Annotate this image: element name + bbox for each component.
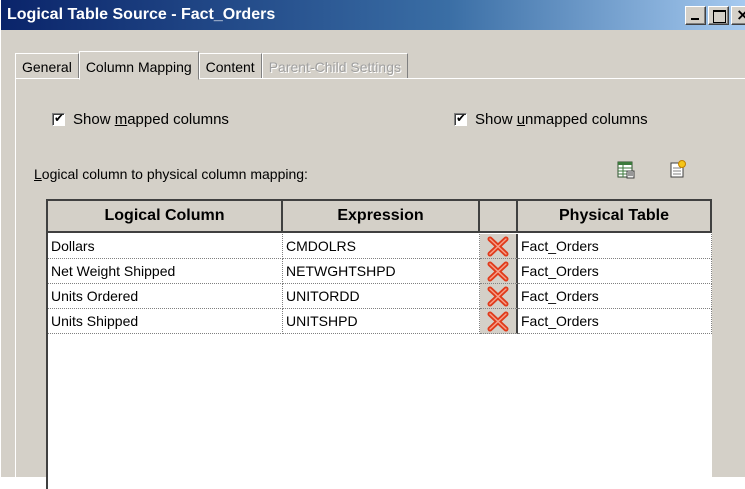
physical-table-cell[interactable]: Fact_Orders (518, 259, 712, 284)
show-unmapped-checkbox[interactable]: ✔ (454, 111, 467, 126)
tab-strip: General Column Mapping Content Parent-Ch… (15, 51, 408, 80)
title-bar[interactable]: Logical Table Source - Fact_Orders × (1, 0, 745, 30)
show-mapped-label: Show mapped columns (73, 111, 229, 128)
delete-mapping-button[interactable] (480, 259, 518, 284)
red-x-icon (487, 311, 509, 332)
maximize-button[interactable] (708, 6, 729, 25)
check-icon: ✔ (54, 111, 65, 125)
delete-mapping-button[interactable] (480, 309, 518, 334)
physical-table-cell[interactable]: Fact_Orders (518, 234, 712, 259)
table-row[interactable]: Dollars CMDOLRS Fact_Orders (48, 234, 712, 259)
red-x-icon (487, 286, 509, 307)
header-delete[interactable] (480, 201, 518, 233)
show-unmapped-label: Show unmapped columns (475, 111, 648, 128)
delete-mapping-button[interactable] (480, 234, 518, 259)
delete-mapping-button[interactable] (480, 284, 518, 309)
check-icon: ✔ (456, 111, 467, 125)
tab-parent-child-settings[interactable]: Parent-Child Settings (261, 53, 408, 79)
show-mapped-option[interactable]: ✔ Show mapped columns (52, 111, 229, 128)
logical-column-cell[interactable]: Net Weight Shipped (48, 259, 283, 284)
header-logical-column[interactable]: Logical Column (48, 201, 283, 233)
close-icon: × (736, 5, 745, 24)
tab-content[interactable]: Content (198, 53, 262, 79)
header-physical-table[interactable]: Physical Table (518, 201, 712, 233)
table-row[interactable]: Units Ordered UNITORDD Fact_Orders (48, 284, 712, 309)
dialog-window: Logical Table Source - Fact_Orders × Gen… (0, 0, 745, 489)
red-x-icon (487, 236, 509, 257)
table-header: Logical Column Expression Physical Table (48, 201, 712, 233)
tab-general[interactable]: General (15, 53, 79, 79)
show-unmapped-option[interactable]: ✔ Show unmapped columns (454, 111, 648, 128)
red-x-icon (487, 261, 509, 282)
physical-table-cell[interactable]: Fact_Orders (518, 284, 712, 309)
expression-cell[interactable]: UNITSHPD (283, 309, 480, 334)
column-mapping-table[interactable]: Logical Column Expression Physical Table… (46, 199, 712, 489)
tab-column-mapping[interactable]: Column Mapping (78, 51, 199, 80)
physical-table-cell[interactable]: Fact_Orders (518, 309, 712, 334)
logical-column-cell[interactable]: Units Ordered (48, 284, 283, 309)
table-row[interactable]: Units Shipped UNITSHPD Fact_Orders (48, 309, 712, 334)
window-title: Logical Table Source - Fact_Orders (7, 6, 276, 23)
table-row[interactable]: Net Weight Shipped NETWGHTSHPD Fact_Orde… (48, 259, 712, 284)
show-mapped-checkbox[interactable]: ✔ (52, 111, 65, 126)
logical-column-cell[interactable]: Dollars (48, 234, 283, 259)
expression-cell[interactable]: UNITORDD (283, 284, 480, 309)
grid-icon[interactable] (617, 161, 635, 179)
close-button[interactable]: × (731, 5, 745, 25)
mapping-label: Logical column to physical column mappin… (34, 166, 308, 182)
new-document-icon[interactable] (669, 160, 687, 178)
expression-cell[interactable]: CMDOLRS (283, 234, 480, 259)
header-expression[interactable]: Expression (283, 201, 480, 233)
minimize-button[interactable] (685, 6, 706, 25)
expression-cell[interactable]: NETWGHTSHPD (283, 259, 480, 284)
logical-column-cell[interactable]: Units Shipped (48, 309, 283, 334)
window-controls: × (683, 5, 745, 26)
